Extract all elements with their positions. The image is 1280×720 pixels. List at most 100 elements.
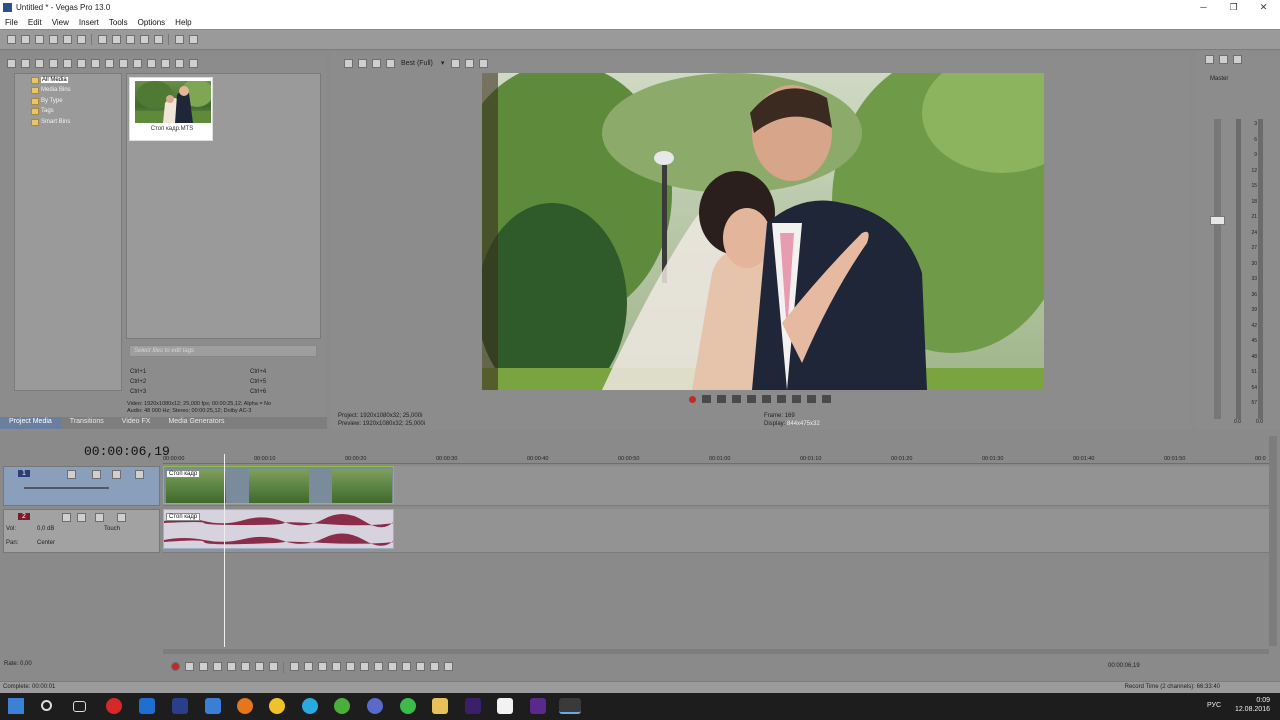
stop-icon[interactable] <box>146 58 156 68</box>
preview-quality-select[interactable]: Best (Full) <box>401 60 433 67</box>
vertical-scrollbar[interactable] <box>1269 436 1277 646</box>
normal-edit-tool-icon[interactable] <box>289 662 299 671</box>
time-ruler[interactable]: 00:00:00 00:00:10 00:00:20 00:00:30 00:00:40… <box>163 454 1269 464</box>
stop-icon[interactable] <box>762 395 771 403</box>
menu-insert[interactable]: Insert <box>79 18 99 27</box>
horizontal-scrollbar[interactable] <box>163 649 1269 654</box>
edge-icon[interactable] <box>139 698 155 714</box>
invert-phase-icon[interactable] <box>76 513 86 522</box>
task-view-icon[interactable] <box>73 701 86 712</box>
windows-start-icon[interactable] <box>8 698 24 714</box>
open-icon[interactable] <box>20 35 30 44</box>
after-effects-icon[interactable] <box>465 698 481 714</box>
menu-file[interactable]: File <box>5 18 18 27</box>
arm-record-icon[interactable] <box>61 513 71 522</box>
master-downmix-icon[interactable] <box>1232 55 1242 64</box>
messenger-icon[interactable] <box>400 698 416 714</box>
tags-input[interactable]: Select files to edit tags <box>129 345 317 357</box>
render-icon[interactable] <box>62 35 72 44</box>
split-screen-icon[interactable] <box>371 58 381 68</box>
paste-icon[interactable] <box>125 35 135 44</box>
internet-explorer-icon[interactable] <box>205 698 221 714</box>
next-frame-icon[interactable] <box>822 395 831 403</box>
video-track[interactable]: Стоп кадр <box>163 466 1269 506</box>
minimize-button[interactable]: ─ <box>1187 0 1220 15</box>
remove-icon[interactable] <box>90 58 100 68</box>
overlays-icon[interactable] <box>385 58 395 68</box>
marker-icon[interactable] <box>387 662 397 671</box>
mute-icon[interactable] <box>111 470 121 479</box>
previous-frame-icon[interactable] <box>807 395 816 403</box>
play-icon[interactable] <box>132 58 142 68</box>
menu-help[interactable]: Help <box>175 18 191 27</box>
track-fx-icon[interactable] <box>66 470 76 479</box>
loop-playback-icon[interactable] <box>702 395 711 403</box>
firefox-icon[interactable] <box>237 698 253 714</box>
tab-media-generators[interactable]: Media Generators <box>159 417 233 429</box>
redo-icon[interactable] <box>153 35 163 44</box>
tab-video-fx[interactable]: Video FX <box>113 417 160 429</box>
language-indicator[interactable]: РУС <box>1207 702 1221 709</box>
tab-transitions[interactable]: Transitions <box>61 417 113 429</box>
go-to-end-icon[interactable] <box>792 395 801 403</box>
region-icon[interactable] <box>401 662 411 671</box>
search-icon[interactable] <box>41 700 52 711</box>
trim-icon[interactable] <box>359 662 369 671</box>
selection-edit-tool-icon[interactable] <box>317 662 327 671</box>
torrent-icon[interactable] <box>334 698 350 714</box>
get-media-icon[interactable] <box>34 58 44 68</box>
pan-value[interactable]: Center <box>37 540 55 546</box>
compositing-icon[interactable] <box>91 470 101 479</box>
lock-envelopes-icon[interactable] <box>443 662 453 671</box>
refresh-icon[interactable] <box>48 58 58 68</box>
preview-properties-icon[interactable] <box>343 58 353 68</box>
video-clip[interactable]: Стоп кадр <box>163 466 394 504</box>
save-as-icon[interactable] <box>48 35 58 44</box>
copy-icon[interactable] <box>111 35 121 44</box>
tree-all-media[interactable]: All Media <box>41 77 68 83</box>
undo-icon[interactable] <box>139 35 149 44</box>
new-file-icon[interactable] <box>6 35 16 44</box>
automation-mode[interactable]: Touch <box>104 526 120 532</box>
properties-icon[interactable] <box>104 58 114 68</box>
loop-playback-icon[interactable] <box>184 662 194 671</box>
play-from-start-icon[interactable] <box>198 662 208 671</box>
file-explorer-icon[interactable] <box>432 698 448 714</box>
tree-by-type[interactable]: By Type <box>41 98 63 104</box>
pause-icon[interactable] <box>226 662 236 671</box>
chrome-icon[interactable] <box>269 698 285 714</box>
master-fader[interactable] <box>1210 216 1225 225</box>
cut-icon[interactable] <box>97 35 107 44</box>
after-effects-icon[interactable] <box>530 698 546 714</box>
master-fx-icon[interactable] <box>1218 55 1228 64</box>
split-icon[interactable] <box>373 662 383 671</box>
zoom-icon[interactable] <box>76 58 86 68</box>
go-to-end-icon[interactable] <box>268 662 278 671</box>
menu-tools[interactable]: Tools <box>109 18 128 27</box>
audio-track[interactable]: Стоп кадр <box>163 509 1269 553</box>
menu-view[interactable]: View <box>52 18 69 27</box>
power-app-icon[interactable] <box>106 698 122 714</box>
record-button[interactable] <box>689 395 696 403</box>
zoom-edit-tool-icon[interactable] <box>331 662 341 671</box>
snapping-icon[interactable] <box>415 662 425 671</box>
overlays-dropdown-icon[interactable] <box>450 58 460 68</box>
play-from-start-icon[interactable] <box>717 395 726 403</box>
level-slider[interactable] <box>24 487 109 489</box>
audio-clip[interactable]: Стоп кадр <box>163 509 394 549</box>
properties-icon[interactable] <box>76 35 86 44</box>
go-to-start-icon[interactable] <box>254 662 264 671</box>
tab-project-media[interactable]: Project Media <box>0 417 61 429</box>
tree-tags[interactable]: Tags <box>41 108 54 114</box>
media-item[interactable]: Стоп кадр.MTS <box>129 77 213 141</box>
pause-icon[interactable] <box>747 395 756 403</box>
external-monitor-icon[interactable] <box>357 58 367 68</box>
go-to-start-icon[interactable] <box>777 395 786 403</box>
whats-this-help-icon[interactable] <box>188 35 198 44</box>
stop-icon[interactable] <box>240 662 250 671</box>
views-icon[interactable] <box>174 58 184 68</box>
solo-icon[interactable] <box>134 470 144 479</box>
photoshop-icon[interactable] <box>172 698 188 714</box>
app-icon[interactable] <box>367 698 383 714</box>
play-icon[interactable] <box>212 662 222 671</box>
